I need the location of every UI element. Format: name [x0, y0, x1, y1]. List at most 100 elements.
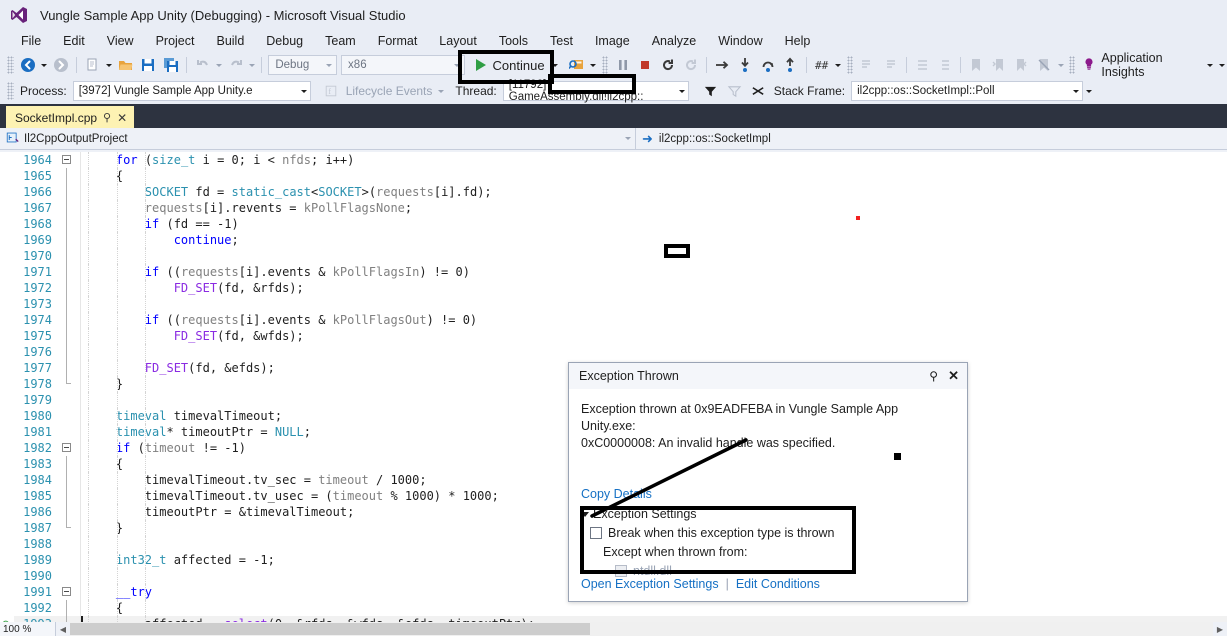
menu-project[interactable]: Project — [145, 30, 206, 52]
code-text[interactable]: requests[i].revents = kPollFlagsNone; — [81, 200, 1227, 216]
outlining-margin[interactable] — [58, 184, 80, 200]
outlining-margin[interactable] — [58, 456, 80, 472]
navigate-forward-icon[interactable] — [50, 54, 73, 76]
outlining-margin[interactable] — [58, 488, 80, 504]
outlining-margin[interactable] — [58, 520, 80, 536]
ntdll-checkbox-row[interactable]: ntdll.dll — [581, 564, 911, 578]
outlining-margin[interactable] — [58, 360, 80, 376]
code-text[interactable]: for (size_t i = 0; i < nfds; i++) — [81, 152, 1227, 168]
hex-display-icon[interactable]: ## — [810, 54, 833, 76]
collapse-toggle-icon[interactable] — [62, 443, 71, 452]
toolbar-overflow-icon[interactable] — [1217, 54, 1227, 76]
code-line[interactable]: 1964 for (size_t i = 0; i < nfds; i++) — [0, 152, 1227, 168]
menu-image[interactable]: Image — [584, 30, 641, 52]
pin-icon[interactable]: ⚲ — [929, 369, 938, 383]
code-line[interactable]: 1970 — [0, 248, 1227, 264]
outlining-margin[interactable] — [58, 584, 80, 600]
open-file-icon[interactable] — [114, 54, 137, 76]
close-icon[interactable]: ✕ — [948, 368, 959, 384]
hex-dropdown[interactable] — [833, 54, 843, 76]
toolbar-grip[interactable] — [7, 82, 14, 100]
code-line[interactable]: 1974 if ((requests[i].events & kPollFlag… — [0, 312, 1227, 328]
bookmark-icon[interactable] — [965, 54, 988, 76]
code-text[interactable] — [81, 296, 1227, 312]
open-exception-settings-link[interactable]: Open Exception Settings — [581, 577, 719, 591]
code-text[interactable] — [81, 248, 1227, 264]
copy-details-link[interactable]: Copy Details — [581, 487, 652, 501]
undo-icon[interactable] — [191, 54, 214, 76]
new-item-icon[interactable] — [81, 54, 104, 76]
code-line[interactable]: 1969 continue; — [0, 232, 1227, 248]
break-all-icon[interactable] — [611, 54, 634, 76]
outlining-margin[interactable] — [58, 232, 80, 248]
increase-indent-icon[interactable] — [933, 54, 956, 76]
menu-help[interactable]: Help — [774, 30, 822, 52]
outlining-margin[interactable] — [58, 264, 80, 280]
step-out-icon[interactable] — [779, 54, 802, 76]
outlining-margin[interactable] — [58, 312, 80, 328]
process-dropdown[interactable]: [3972] Vungle Sample App Unity.e — [72, 81, 311, 101]
menu-format[interactable]: Format — [367, 30, 429, 52]
restart-icon[interactable] — [657, 54, 680, 76]
next-bookmark-icon[interactable] — [1010, 54, 1033, 76]
redo-icon[interactable] — [224, 54, 247, 76]
outlining-margin[interactable] — [58, 568, 80, 584]
menu-window[interactable]: Window — [707, 30, 773, 52]
menu-layout[interactable]: Layout — [428, 30, 488, 52]
outlining-margin[interactable] — [58, 408, 80, 424]
exception-settings-header[interactable]: Exception Settings — [581, 507, 911, 521]
code-line[interactable]: 1975 FD_SET(fd, &wfds); — [0, 328, 1227, 344]
new-item-dropdown[interactable] — [104, 54, 114, 76]
code-text[interactable] — [81, 344, 1227, 360]
lifecycle-dropdown-icon[interactable] — [438, 89, 445, 93]
stack-frame-dropdown[interactable]: il2cpp::os::SocketImpl::Poll — [851, 81, 1084, 101]
exception-thrown-popup[interactable]: Exception Thrown ⚲ ✕ Exception thrown at… — [568, 362, 968, 602]
save-icon[interactable] — [137, 54, 160, 76]
menu-build[interactable]: Build — [205, 30, 255, 52]
outlining-margin[interactable] — [58, 248, 80, 264]
outlining-margin[interactable] — [58, 440, 80, 456]
menu-test[interactable]: Test — [539, 30, 584, 52]
comment-selection-icon[interactable] — [856, 54, 879, 76]
solution-configuration-dropdown[interactable]: Debug — [268, 55, 338, 75]
horizontal-scrollbar[interactable] — [70, 622, 1213, 636]
attach-to-process-icon[interactable] — [566, 54, 589, 76]
toggle-thread-icon[interactable] — [747, 80, 771, 102]
toolbar-grip[interactable] — [1068, 56, 1076, 74]
toolbar-grip[interactable] — [601, 56, 609, 74]
lifecycle-events-icon[interactable]: f — [319, 80, 343, 102]
code-text[interactable]: { — [81, 168, 1227, 184]
outlining-margin[interactable] — [58, 296, 80, 312]
ntdll-checkbox[interactable] — [615, 565, 627, 577]
continue-button[interactable]: Continue — [467, 53, 566, 77]
undo-dropdown[interactable] — [214, 54, 224, 76]
collapse-toggle-icon[interactable] — [62, 155, 71, 164]
thread-dropdown[interactable]: [11792] GameAssembly.dll!il2cpp:: — [502, 79, 689, 103]
bookmarks-overflow[interactable] — [1055, 54, 1065, 76]
step-into-icon[interactable] — [734, 54, 757, 76]
navigate-back-icon[interactable] — [17, 54, 40, 76]
save-all-icon[interactable] — [160, 54, 183, 76]
hot-reload-icon[interactable] — [679, 54, 702, 76]
collapse-toggle-icon[interactable] — [62, 587, 71, 596]
toolbar-grip[interactable] — [846, 56, 854, 74]
code-text[interactable]: { — [81, 600, 1227, 616]
menu-file[interactable]: File — [10, 30, 52, 52]
scroll-right-icon[interactable]: ▶ — [1213, 622, 1227, 636]
code-line[interactable]: 1992 { — [0, 600, 1227, 616]
outlining-margin[interactable] — [58, 552, 80, 568]
code-text[interactable]: FD_SET(fd, &wfds); — [81, 328, 1227, 344]
menu-tools[interactable]: Tools — [488, 30, 539, 52]
code-line[interactable]: 1968 if (fd == -1) — [0, 216, 1227, 232]
outlining-margin[interactable] — [58, 216, 80, 232]
close-icon[interactable]: ✕ — [117, 111, 127, 125]
outlining-margin[interactable] — [58, 600, 80, 616]
zoom-level-dropdown[interactable]: 100 % — [0, 622, 56, 636]
navigate-back-dropdown[interactable] — [39, 54, 49, 76]
outlining-margin[interactable] — [58, 280, 80, 296]
menu-analyze[interactable]: Analyze — [641, 30, 707, 52]
code-line[interactable]: 1972 FD_SET(fd, &rfds); — [0, 280, 1227, 296]
menu-edit[interactable]: Edit — [52, 30, 96, 52]
application-insights-button[interactable]: Application Insights — [1078, 51, 1216, 79]
code-line[interactable]: 1971 if ((requests[i].events & kPollFlag… — [0, 264, 1227, 280]
